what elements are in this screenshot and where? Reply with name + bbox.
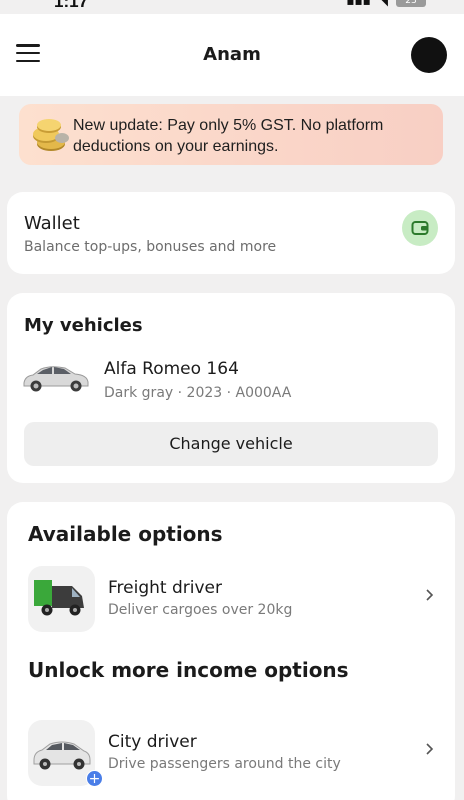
vehicle-row[interactable]: Alfa Romeo 164 Dark gray · 2023 · A000AA	[21, 353, 441, 409]
option-title: Freight driver	[108, 578, 222, 598]
signal-icon: ▪▪▪	[346, 0, 371, 8]
battery-icon: 23	[396, 0, 426, 7]
option-subtitle: Drive passengers around the city	[108, 756, 341, 772]
car-icon	[23, 366, 89, 392]
avatar[interactable]	[411, 37, 447, 73]
update-banner[interactable]: New update: Pay only 5% GST. No platform…	[19, 104, 443, 165]
plus-icon: +	[86, 770, 103, 787]
options-card: Available options Freight driver Deliver…	[7, 502, 455, 800]
unlock-options-title: Unlock more income options	[28, 658, 349, 682]
option-freight-driver[interactable]: Freight driver Deliver cargoes over 20kg	[21, 566, 447, 632]
change-vehicle-button[interactable]: Change vehicle	[24, 422, 438, 466]
available-options-title: Available options	[28, 522, 223, 546]
vehicle-details: Dark gray · 2023 · A000AA	[104, 385, 292, 401]
option-thumbnail	[28, 566, 95, 632]
wallet-subtitle: Balance top-ups, bonuses and more	[24, 239, 277, 255]
vehicle-name: Alfa Romeo 164	[104, 359, 239, 379]
option-subtitle: Deliver cargoes over 20kg	[108, 602, 293, 618]
option-thumbnail: +	[28, 720, 103, 787]
car-icon	[33, 741, 91, 770]
coins-icon	[33, 119, 69, 151]
status-icons: ▪▪▪ ◥ 23	[346, 0, 426, 8]
chevron-right-icon	[426, 743, 434, 755]
wallet-card[interactable]: Wallet Balance top-ups, bonuses and more	[7, 192, 455, 274]
wallet-title: Wallet	[24, 213, 80, 234]
option-city-driver[interactable]: + City driver Drive passengers around th…	[21, 720, 447, 787]
banner-text: New update: Pay only 5% GST. No platform…	[73, 117, 384, 155]
status-time: 1:17	[54, 0, 89, 11]
wifi-icon: ◥	[378, 0, 388, 8]
page-title: Anam	[203, 44, 261, 65]
status-bar: 1:17 ▪▪▪ ◥ 23	[0, 0, 464, 14]
chevron-right-icon	[426, 589, 434, 601]
app-header: Anam	[0, 14, 464, 96]
wallet-icon	[402, 210, 438, 246]
vehicles-title: My vehicles	[24, 315, 143, 336]
option-title: City driver	[108, 732, 197, 752]
truck-icon	[34, 580, 84, 616]
vehicles-card: My vehicles Alfa Romeo 164 Dark gray · 2…	[7, 293, 455, 483]
